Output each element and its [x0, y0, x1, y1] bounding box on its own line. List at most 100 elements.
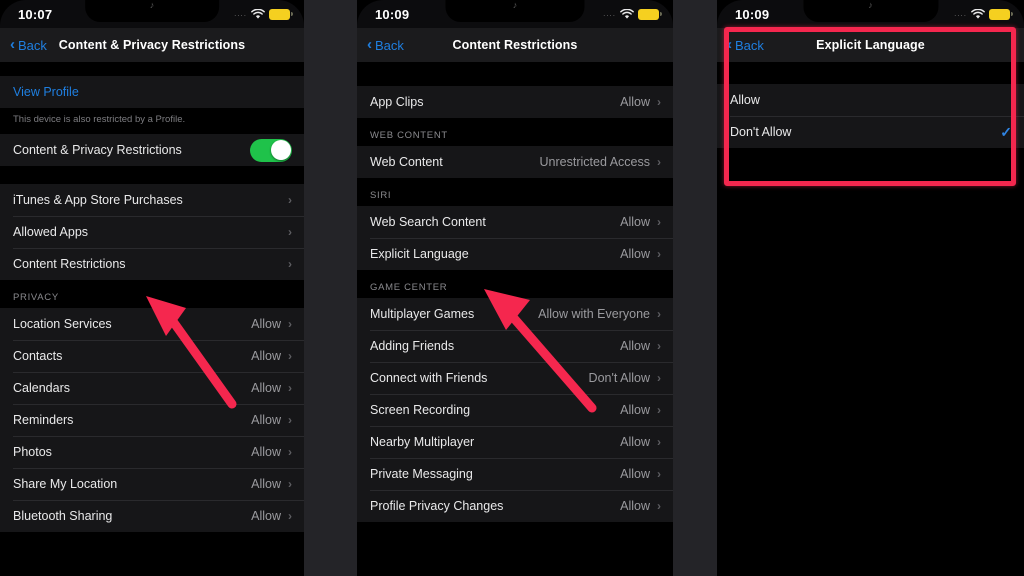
chevron-right-icon: ›: [288, 317, 292, 331]
profile-footnote: This device is also restricted by a Prof…: [0, 108, 304, 134]
phone-panel-content-restrictions: 10:09 ♪ .... ‹ Back Content Restrictions…: [357, 0, 673, 576]
navigation-bar: ‹ Back Content Restrictions: [357, 28, 673, 62]
chevron-right-icon: ›: [288, 413, 292, 427]
row-reminders[interactable]: Reminders Allow ›: [0, 404, 304, 436]
row-photos[interactable]: Photos Allow ›: [0, 436, 304, 468]
row-label: Explicit Language: [370, 247, 469, 261]
row-label: Contacts: [13, 349, 63, 363]
row-value: Allow: [251, 317, 281, 331]
row-private-messaging[interactable]: Private Messaging Allow ›: [357, 458, 673, 490]
row-value: Don't Allow: [588, 371, 650, 385]
row-screen-recording[interactable]: Screen Recording Allow ›: [357, 394, 673, 426]
row-value: Allow: [620, 499, 650, 513]
chevron-right-icon: ›: [657, 155, 661, 169]
section-header-siri: SIRI: [357, 178, 673, 206]
row-contacts[interactable]: Contacts Allow ›: [0, 340, 304, 372]
row-calendars[interactable]: Calendars Allow ›: [0, 372, 304, 404]
chevron-right-icon: ›: [288, 445, 292, 459]
row-content-restrictions[interactable]: Content Restrictions ›: [0, 248, 304, 280]
status-bar-time: 10:09: [735, 6, 770, 22]
siri-group: Web Search Content Allow › Explicit Langu…: [357, 206, 673, 270]
music-note-icon: ♪: [868, 0, 873, 10]
row-label: Photos: [13, 445, 52, 459]
back-button[interactable]: ‹ Back: [10, 37, 47, 53]
option-allow[interactable]: Allow: [717, 84, 1024, 116]
notch: ♪: [85, 0, 219, 22]
status-bar: 10:09 ♪ ....: [717, 0, 1024, 28]
row-label: Bluetooth Sharing: [13, 509, 113, 523]
settings-list: View Profile This device is also restric…: [0, 62, 304, 576]
explicit-language-options-group: Allow Don't Allow ✓: [717, 84, 1024, 148]
settings-list: Allow Don't Allow ✓: [717, 62, 1024, 576]
row-adding-friends[interactable]: Adding Friends Allow ›: [357, 330, 673, 362]
signal-dots-icon: ....: [603, 9, 616, 18]
status-bar: 10:07 ♪ ....: [0, 0, 304, 28]
row-nearby-multiplayer[interactable]: Nearby Multiplayer Allow ›: [357, 426, 673, 458]
chevron-right-icon: ›: [657, 403, 661, 417]
music-note-icon: ♪: [149, 0, 155, 10]
chevron-right-icon: ›: [288, 477, 292, 491]
row-label: Screen Recording: [370, 403, 471, 417]
row-web-content[interactable]: Web Content Unrestricted Access ›: [357, 146, 673, 178]
row-multiplayer-games[interactable]: Multiplayer Games Allow with Everyone ›: [357, 298, 673, 330]
row-content-privacy-restrictions[interactable]: Content & Privacy Restrictions: [0, 134, 304, 166]
row-label: Reminders: [13, 413, 74, 427]
row-value: Allow: [620, 95, 650, 109]
row-value: Allow: [620, 467, 650, 481]
back-button-label: Back: [735, 37, 764, 53]
option-dont-allow[interactable]: Don't Allow ✓: [717, 116, 1024, 148]
wifi-icon: [620, 8, 634, 19]
chevron-right-icon: ›: [288, 257, 292, 271]
toggle-knob: [270, 140, 291, 160]
battery-icon: [989, 8, 1013, 20]
navigation-bar: ‹ Back Explicit Language: [717, 28, 1024, 62]
wifi-icon: [251, 8, 265, 19]
row-location-services[interactable]: Location Services Allow ›: [0, 308, 304, 340]
content-privacy-restrictions-toggle[interactable]: [250, 138, 292, 162]
chevron-right-icon: ›: [657, 247, 661, 261]
row-label: Allowed Apps: [13, 225, 89, 239]
row-label: Web Content: [370, 155, 443, 169]
music-note-icon: ♪: [512, 0, 518, 10]
chevron-right-icon: ›: [657, 95, 661, 109]
back-button[interactable]: ‹ Back: [367, 36, 404, 53]
back-button[interactable]: ‹ Back: [727, 37, 764, 53]
row-value: Allow: [251, 381, 281, 395]
row-app-clips[interactable]: App Clips Allow ›: [357, 86, 673, 118]
row-profile-privacy-changes[interactable]: Profile Privacy Changes Allow ›: [357, 490, 673, 522]
wifi-icon: [971, 8, 985, 19]
row-label: Allow: [730, 93, 760, 107]
row-value: Allow: [620, 403, 650, 417]
row-label: Location Services: [13, 317, 112, 331]
notch: ♪: [445, 0, 585, 22]
restriction-categories-group: iTunes & App Store Purchases › Allowed A…: [0, 184, 304, 280]
phone-panel-explicit-language: 10:09 ♪ .... ‹ Back Explicit Language Al…: [717, 0, 1024, 576]
chevron-left-icon: ‹: [367, 36, 372, 53]
back-button-label: Back: [375, 37, 404, 53]
status-bar-indicators: ....: [234, 8, 293, 20]
row-share-my-location[interactable]: Share My Location Allow ›: [0, 468, 304, 500]
chevron-right-icon: ›: [288, 509, 292, 523]
row-explicit-language[interactable]: Explicit Language Allow ›: [357, 238, 673, 270]
notch: ♪: [802, 0, 939, 22]
chevron-right-icon: ›: [657, 339, 661, 353]
row-web-search-content[interactable]: Web Search Content Allow ›: [357, 206, 673, 238]
signal-dots-icon: ....: [954, 9, 967, 18]
row-value: Allow: [251, 445, 281, 459]
row-value: Allow: [251, 477, 281, 491]
status-bar-indicators: ....: [954, 8, 1013, 20]
row-itunes-app-store-purchases[interactable]: iTunes & App Store Purchases ›: [0, 184, 304, 216]
row-view-profile[interactable]: View Profile: [0, 76, 304, 108]
row-value: Allow: [620, 247, 650, 261]
row-label: Calendars: [13, 381, 70, 395]
chevron-right-icon: ›: [288, 225, 292, 239]
row-value: Allow: [251, 413, 281, 427]
chevron-right-icon: ›: [657, 307, 661, 321]
row-connect-with-friends[interactable]: Connect with Friends Don't Allow ›: [357, 362, 673, 394]
row-value: Unrestricted Access: [539, 155, 650, 169]
chevron-right-icon: ›: [657, 467, 661, 481]
row-bluetooth-sharing[interactable]: Bluetooth Sharing Allow ›: [0, 500, 304, 532]
settings-list: App Clips Allow › WEB CONTENT Web Content…: [357, 62, 673, 576]
row-allowed-apps[interactable]: Allowed Apps ›: [0, 216, 304, 248]
row-value: Allow with Everyone: [538, 307, 650, 321]
